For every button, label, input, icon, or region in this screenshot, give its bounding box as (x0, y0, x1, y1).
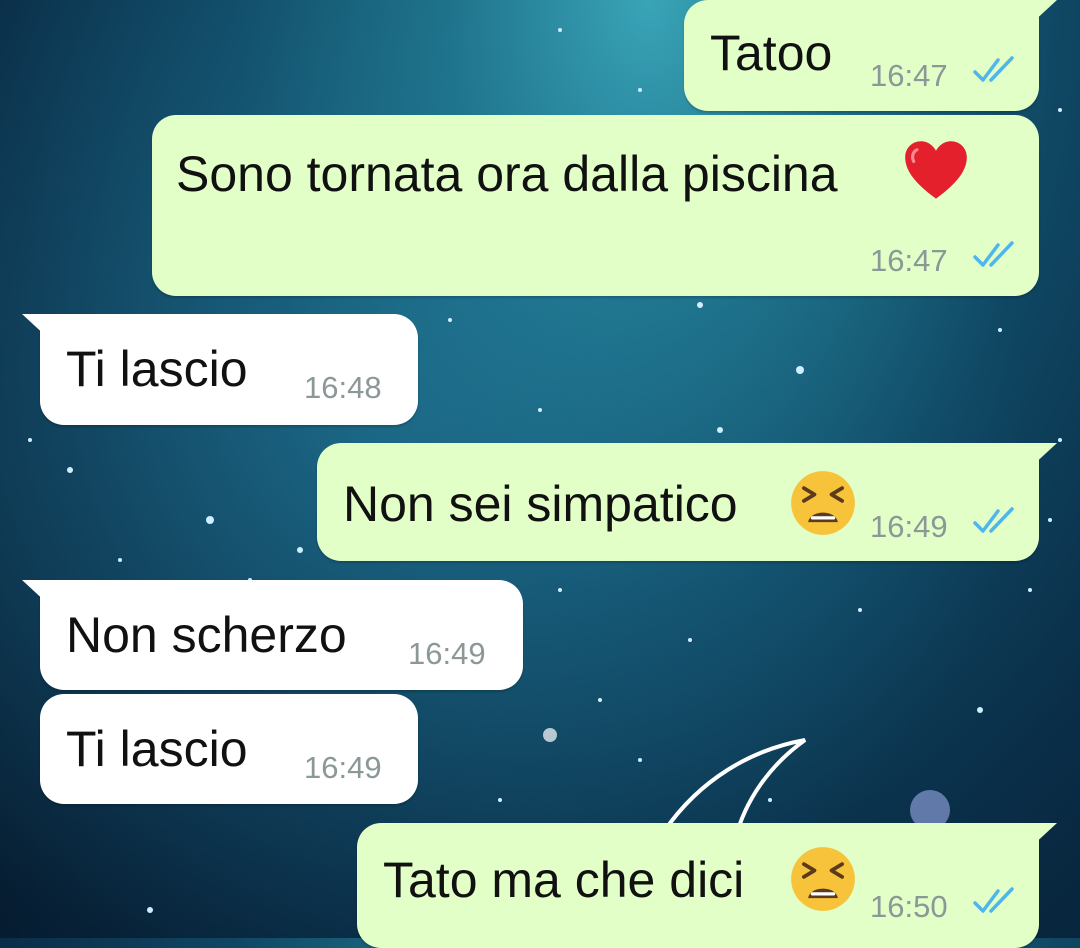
message-text: Non scherzo (66, 607, 347, 663)
message-text: Ti lascio (66, 721, 248, 777)
bubble-tail (1031, 443, 1057, 467)
double-check-read-icon (973, 241, 1014, 267)
red-heart-icon (905, 141, 967, 199)
message-text: Sono tornata ora dalla piscina (176, 146, 838, 202)
double-check-read-icon (973, 56, 1014, 82)
message-time: 16:49 (408, 636, 486, 671)
message-text: Tato ma che dici (383, 852, 745, 908)
bubble-tail (1031, 823, 1057, 847)
message-time: 16:48 (304, 370, 382, 405)
message-text: Tatoo (710, 25, 833, 81)
message-bubble-outgoing[interactable]: Sono tornata ora dalla piscina 16:47 (152, 115, 1039, 296)
message-bubble-incoming[interactable]: Ti lascio 16:49 (40, 694, 418, 804)
bubble-tail (1031, 0, 1057, 24)
tired-face-icon (791, 847, 855, 911)
message-text: Ti lascio (66, 341, 248, 397)
double-check-read-icon (973, 507, 1014, 533)
message-time: 16:50 (870, 889, 948, 924)
message-time: 16:49 (870, 509, 948, 544)
message-bubble-outgoing[interactable]: Tatoo 16:47 (684, 0, 1057, 111)
message-bubble-outgoing[interactable]: Non sei simpatico 16:49 (317, 443, 1057, 561)
bubble-tail (22, 314, 48, 338)
message-time: 16:47 (870, 58, 948, 93)
bubble-tail (22, 580, 48, 604)
double-check-read-icon (973, 887, 1014, 913)
message-time: 16:47 (870, 243, 948, 278)
tired-face-icon (791, 471, 855, 535)
message-bubble-outgoing[interactable]: Tato ma che dici 16:50 (357, 823, 1057, 948)
message-bubble-incoming[interactable]: Ti lascio 16:48 (22, 314, 418, 425)
message-bubble-incoming[interactable]: Non scherzo 16:49 (22, 580, 523, 690)
message-text: Non sei simpatico (343, 476, 738, 532)
message-time: 16:49 (304, 750, 382, 785)
